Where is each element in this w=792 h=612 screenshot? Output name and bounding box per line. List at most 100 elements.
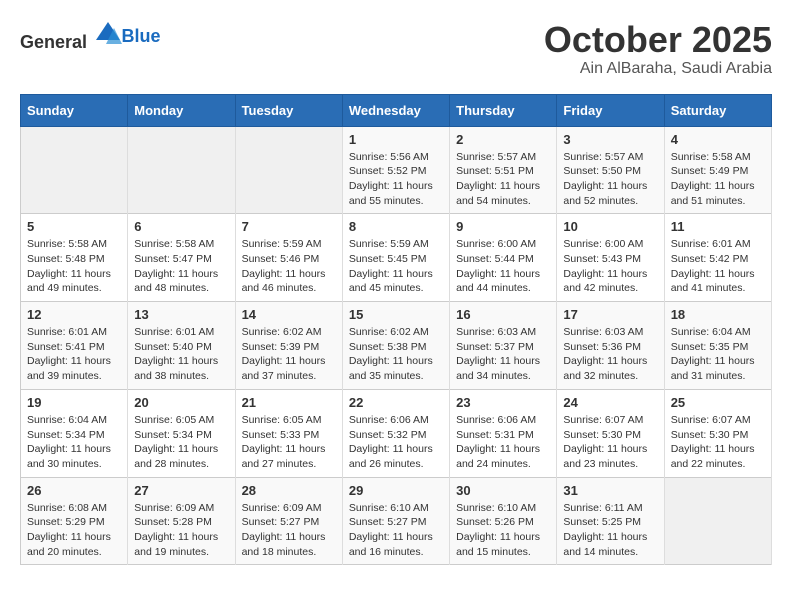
calendar-cell: 13 Sunrise: 6:01 AM Sunset: 5:40 PM Dayli… (128, 302, 235, 390)
weekday-header-saturday: Saturday (664, 94, 771, 126)
calendar-week-1: 1Sunrise: 5:56 AM Sunset: 5:52 PM Daylig… (21, 126, 772, 214)
day-number: 23 (456, 395, 550, 410)
calendar-header: SundayMondayTuesdayWednesdayThursdayFrid… (21, 94, 772, 126)
cell-info: Sunrise: 6:03 AM Sunset: 5:36 PM Dayligh… (563, 325, 657, 384)
calendar-cell: 21 Sunrise: 6:05 AM Sunset: 5:33 PM Dayli… (235, 389, 342, 477)
calendar-cell (21, 126, 128, 214)
calendar-week-3: 12 Sunrise: 6:01 AM Sunset: 5:41 PM Dayli… (21, 302, 772, 390)
calendar-cell: 28 Sunrise: 6:09 AM Sunset: 5:27 PM Dayli… (235, 477, 342, 565)
cell-info: Sunrise: 6:04 AM Sunset: 5:34 PM Dayligh… (27, 413, 121, 472)
cell-info: Sunrise: 6:07 AM Sunset: 5:30 PM Dayligh… (671, 413, 765, 472)
day-number: 28 (242, 483, 336, 498)
cell-info: Sunrise: 5:58 AM Sunset: 5:48 PM Dayligh… (27, 237, 121, 296)
calendar-week-5: 26 Sunrise: 6:08 AM Sunset: 5:29 PM Dayli… (21, 477, 772, 565)
cell-info: Sunrise: 6:03 AM Sunset: 5:37 PM Dayligh… (456, 325, 550, 384)
calendar-cell: 14 Sunrise: 6:02 AM Sunset: 5:39 PM Dayli… (235, 302, 342, 390)
day-number: 29 (349, 483, 443, 498)
day-number: 17 (563, 307, 657, 322)
month-title: October 2025 (544, 20, 772, 60)
calendar-cell (128, 126, 235, 214)
day-number: 4 (671, 132, 765, 147)
weekday-header-monday: Monday (128, 94, 235, 126)
calendar-cell: 2 Sunrise: 5:57 AM Sunset: 5:51 PM Daylig… (450, 126, 557, 214)
day-number: 25 (671, 395, 765, 410)
weekday-header-wednesday: Wednesday (342, 94, 449, 126)
cell-info: Sunrise: 5:58 AM Sunset: 5:49 PM Dayligh… (671, 150, 765, 209)
cell-info: Sunrise: 6:05 AM Sunset: 5:33 PM Dayligh… (242, 413, 336, 472)
page-header: General Blue October 2025 Ain AlBaraha, … (20, 20, 772, 78)
calendar-cell: 27 Sunrise: 6:09 AM Sunset: 5:28 PM Dayli… (128, 477, 235, 565)
calendar-cell: 3Sunrise: 5:57 AM Sunset: 5:50 PM Daylig… (557, 126, 664, 214)
cell-info: Sunrise: 6:08 AM Sunset: 5:29 PM Dayligh… (27, 501, 121, 560)
cell-info: Sunrise: 6:00 AM Sunset: 5:44 PM Dayligh… (456, 237, 550, 296)
calendar-cell: 29Sunrise: 6:10 AM Sunset: 5:27 PM Dayli… (342, 477, 449, 565)
calendar-week-2: 5 Sunrise: 5:58 AM Sunset: 5:48 PM Daylig… (21, 214, 772, 302)
calendar-cell (664, 477, 771, 565)
day-number: 26 (27, 483, 121, 498)
day-number: 9 (456, 219, 550, 234)
title-block: October 2025 Ain AlBaraha, Saudi Arabia (544, 20, 772, 78)
day-number: 16 (456, 307, 550, 322)
cell-info: Sunrise: 6:09 AM Sunset: 5:28 PM Dayligh… (134, 501, 228, 560)
logo-blue: Blue (122, 26, 161, 46)
day-number: 22 (349, 395, 443, 410)
cell-info: Sunrise: 6:05 AM Sunset: 5:34 PM Dayligh… (134, 413, 228, 472)
cell-info: Sunrise: 6:06 AM Sunset: 5:32 PM Dayligh… (349, 413, 443, 472)
cell-info: Sunrise: 5:57 AM Sunset: 5:51 PM Dayligh… (456, 150, 550, 209)
day-number: 13 (134, 307, 228, 322)
calendar-cell: 17 Sunrise: 6:03 AM Sunset: 5:36 PM Dayli… (557, 302, 664, 390)
day-number: 14 (242, 307, 336, 322)
day-number: 31 (563, 483, 657, 498)
cell-info: Sunrise: 6:02 AM Sunset: 5:38 PM Dayligh… (349, 325, 443, 384)
weekday-row: SundayMondayTuesdayWednesdayThursdayFrid… (21, 94, 772, 126)
day-number: 30 (456, 483, 550, 498)
day-number: 21 (242, 395, 336, 410)
cell-info: Sunrise: 6:04 AM Sunset: 5:35 PM Dayligh… (671, 325, 765, 384)
calendar-cell: 9 Sunrise: 6:00 AM Sunset: 5:44 PM Daylig… (450, 214, 557, 302)
calendar-cell: 11Sunrise: 6:01 AM Sunset: 5:42 PM Dayli… (664, 214, 771, 302)
calendar-cell: 31 Sunrise: 6:11 AM Sunset: 5:25 PM Dayli… (557, 477, 664, 565)
calendar-cell: 7 Sunrise: 5:59 AM Sunset: 5:46 PM Daylig… (235, 214, 342, 302)
calendar-cell: 23Sunrise: 6:06 AM Sunset: 5:31 PM Dayli… (450, 389, 557, 477)
day-number: 12 (27, 307, 121, 322)
cell-info: Sunrise: 6:11 AM Sunset: 5:25 PM Dayligh… (563, 501, 657, 560)
calendar-cell: 20 Sunrise: 6:05 AM Sunset: 5:34 PM Dayli… (128, 389, 235, 477)
calendar-cell: 18Sunrise: 6:04 AM Sunset: 5:35 PM Dayli… (664, 302, 771, 390)
day-number: 27 (134, 483, 228, 498)
cell-info: Sunrise: 6:09 AM Sunset: 5:27 PM Dayligh… (242, 501, 336, 560)
calendar-cell: 22 Sunrise: 6:06 AM Sunset: 5:32 PM Dayli… (342, 389, 449, 477)
weekday-header-friday: Friday (557, 94, 664, 126)
cell-info: Sunrise: 6:02 AM Sunset: 5:39 PM Dayligh… (242, 325, 336, 384)
calendar-cell: 15 Sunrise: 6:02 AM Sunset: 5:38 PM Dayli… (342, 302, 449, 390)
day-number: 7 (242, 219, 336, 234)
day-number: 10 (563, 219, 657, 234)
day-number: 20 (134, 395, 228, 410)
calendar-cell: 4 Sunrise: 5:58 AM Sunset: 5:49 PM Daylig… (664, 126, 771, 214)
cell-info: Sunrise: 6:01 AM Sunset: 5:41 PM Dayligh… (27, 325, 121, 384)
cell-info: Sunrise: 5:59 AM Sunset: 5:45 PM Dayligh… (349, 237, 443, 296)
calendar-cell: 6 Sunrise: 5:58 AM Sunset: 5:47 PM Daylig… (128, 214, 235, 302)
logo-icon (94, 20, 122, 48)
day-number: 1 (349, 132, 443, 147)
cell-info: Sunrise: 6:10 AM Sunset: 5:26 PM Dayligh… (456, 501, 550, 560)
day-number: 8 (349, 219, 443, 234)
cell-info: Sunrise: 5:59 AM Sunset: 5:46 PM Dayligh… (242, 237, 336, 296)
day-number: 19 (27, 395, 121, 410)
calendar-cell (235, 126, 342, 214)
day-number: 2 (456, 132, 550, 147)
calendar-cell: 25 Sunrise: 6:07 AM Sunset: 5:30 PM Dayli… (664, 389, 771, 477)
calendar-cell: 10Sunrise: 6:00 AM Sunset: 5:43 PM Dayli… (557, 214, 664, 302)
cell-info: Sunrise: 6:01 AM Sunset: 5:40 PM Dayligh… (134, 325, 228, 384)
calendar-body: 1Sunrise: 5:56 AM Sunset: 5:52 PM Daylig… (21, 126, 772, 565)
calendar-table: SundayMondayTuesdayWednesdayThursdayFrid… (20, 94, 772, 566)
cell-info: Sunrise: 5:58 AM Sunset: 5:47 PM Dayligh… (134, 237, 228, 296)
day-number: 6 (134, 219, 228, 234)
day-number: 3 (563, 132, 657, 147)
calendar-cell: 16 Sunrise: 6:03 AM Sunset: 5:37 PM Dayli… (450, 302, 557, 390)
day-number: 15 (349, 307, 443, 322)
day-number: 11 (671, 219, 765, 234)
day-number: 5 (27, 219, 121, 234)
calendar-cell: 8 Sunrise: 5:59 AM Sunset: 5:45 PM Daylig… (342, 214, 449, 302)
weekday-header-sunday: Sunday (21, 94, 128, 126)
weekday-header-thursday: Thursday (450, 94, 557, 126)
